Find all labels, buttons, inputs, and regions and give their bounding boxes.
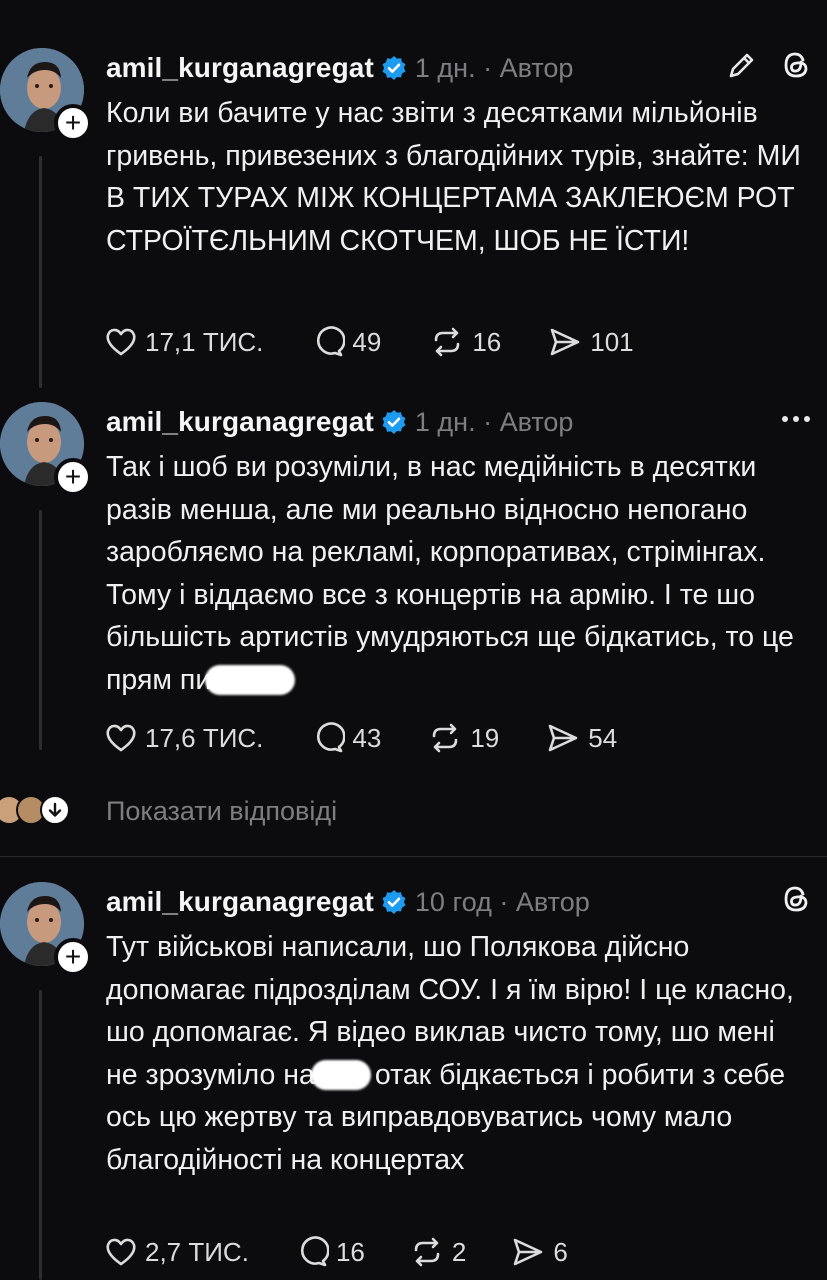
post-header: amil_kurganagregat 1 дн. · Автор bbox=[106, 50, 573, 86]
like-count: 17,1 ТИС. bbox=[145, 326, 264, 357]
post-text-content: Так і шоб ви розуміли, в нас медійність … bbox=[106, 451, 794, 696]
post-text: Так і шоб ви розуміли, в нас медійність … bbox=[106, 446, 806, 701]
repost-button[interactable]: 19 bbox=[427, 721, 499, 755]
divider bbox=[0, 856, 827, 857]
post-actions: 17,1 ТИС. 49 16 101 bbox=[104, 322, 634, 362]
show-replies-link[interactable]: Показати відповіді bbox=[106, 796, 337, 827]
threads-logo-icon[interactable] bbox=[779, 48, 813, 82]
thread-line bbox=[39, 156, 42, 388]
threads-feed: + amil_kurganagregat 1 дн. · Автор Коли … bbox=[0, 0, 827, 1280]
verified-badge-icon bbox=[381, 889, 407, 915]
heart-icon bbox=[106, 724, 136, 752]
share-count: 6 bbox=[553, 1236, 568, 1267]
more-options-icon[interactable] bbox=[779, 402, 813, 436]
show-replies-row[interactable] bbox=[0, 790, 70, 830]
heart-icon bbox=[106, 1238, 136, 1266]
post-text: Коли ви бачите у нас звіти з десятками м… bbox=[106, 97, 801, 257]
repost-button[interactable]: 16 bbox=[429, 325, 501, 359]
share-button[interactable]: 101 bbox=[547, 325, 634, 359]
comment-button[interactable]: 16 bbox=[295, 1235, 365, 1269]
username[interactable]: amil_kurganagregat bbox=[106, 886, 374, 918]
comment-button[interactable]: 49 bbox=[311, 325, 381, 359]
share-button[interactable]: 54 bbox=[545, 721, 617, 755]
post-actions: 2,7 ТИС. 16 2 6 bbox=[104, 1232, 568, 1272]
follow-plus-button[interactable]: + bbox=[54, 104, 92, 142]
comment-button[interactable]: 43 bbox=[311, 721, 381, 755]
share-icon bbox=[548, 724, 578, 752]
like-count: 2,7 ТИС. bbox=[145, 1236, 249, 1267]
post-text: Тут військові написали, шо Полякова дійс… bbox=[106, 926, 806, 1181]
repost-icon bbox=[435, 327, 460, 357]
repost-icon bbox=[414, 1237, 440, 1267]
comment-icon bbox=[300, 1236, 329, 1267]
post-meta: 1 дн. · Автор bbox=[414, 406, 574, 437]
share-icon bbox=[514, 1238, 543, 1266]
post-meta: 10 год · Автор bbox=[414, 886, 590, 917]
share-button[interactable]: 6 bbox=[510, 1235, 568, 1269]
like-count: 17,6 ТИС. bbox=[145, 722, 264, 753]
repost-button[interactable]: 2 bbox=[409, 1235, 466, 1269]
comment-icon bbox=[317, 722, 346, 753]
arrow-down-icon bbox=[40, 795, 70, 825]
censored-blur bbox=[205, 664, 296, 695]
post-header: amil_kurganagregat 1 дн. · Автор bbox=[106, 404, 573, 440]
thread-line bbox=[39, 510, 42, 750]
comment-count: 49 bbox=[352, 326, 382, 357]
username[interactable]: amil_kurganagregat bbox=[106, 52, 374, 84]
share-icon bbox=[550, 328, 580, 356]
follow-plus-button[interactable]: + bbox=[54, 458, 92, 496]
comment-icon bbox=[317, 326, 346, 357]
username[interactable]: amil_kurganagregat bbox=[106, 406, 374, 438]
post-actions: 17,6 ТИС. 43 19 54 bbox=[104, 718, 617, 758]
share-count: 101 bbox=[590, 326, 634, 357]
follow-plus-button[interactable]: + bbox=[54, 938, 92, 976]
share-count: 54 bbox=[588, 722, 618, 753]
repost-count: 19 bbox=[470, 722, 500, 753]
edit-pencil-icon[interactable] bbox=[725, 48, 759, 82]
verified-badge-icon bbox=[381, 55, 407, 81]
comment-count: 43 bbox=[352, 722, 382, 753]
censored-blur bbox=[310, 1059, 371, 1090]
post-header: amil_kurganagregat 10 год · Автор bbox=[106, 884, 590, 920]
verified-badge-icon bbox=[381, 409, 407, 435]
heart-icon bbox=[106, 328, 136, 356]
repost-icon bbox=[433, 723, 458, 753]
post-meta: 1 дн. · Автор bbox=[414, 52, 574, 83]
comment-count: 16 bbox=[335, 1236, 365, 1267]
repost-count: 2 bbox=[451, 1236, 467, 1267]
like-button[interactable]: 17,1 ТИС. bbox=[104, 326, 263, 358]
thread-line bbox=[39, 990, 42, 1280]
repost-count: 16 bbox=[472, 326, 502, 357]
like-button[interactable]: 17,6 ТИС. bbox=[104, 722, 263, 754]
threads-logo-icon[interactable] bbox=[779, 882, 813, 916]
like-button[interactable]: 2,7 ТИС. bbox=[104, 1236, 249, 1268]
